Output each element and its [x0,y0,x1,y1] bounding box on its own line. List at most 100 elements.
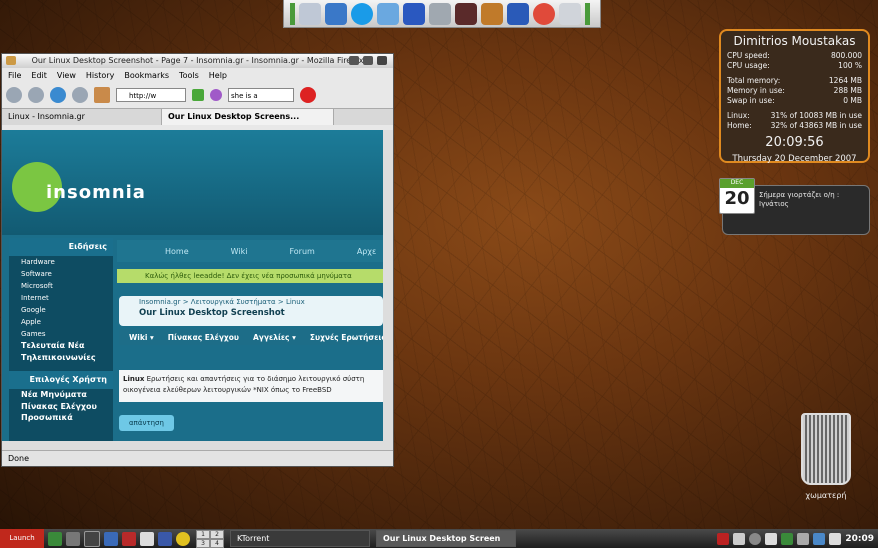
menu-help[interactable]: Help [209,71,227,80]
tab-linux[interactable]: Linux - Insomnia.gr [2,109,162,125]
sidebar-link-internet[interactable]: Internet [9,292,113,304]
vertical-scrollbar[interactable] [383,130,393,450]
sidebar-link-microsoft[interactable]: Microsoft [9,280,113,292]
arrow-icon[interactable] [507,2,529,25]
adblock-icon[interactable] [300,87,316,103]
trash[interactable]: χωματερή [797,413,855,500]
page-content: insomnia Ειδήσεις Hardware Software Micr… [2,130,383,450]
media-icon[interactable] [455,2,477,25]
system-tray: 20:09 [717,532,878,545]
nav-wiki[interactable]: Wiki [231,247,248,256]
quicklaunch-icon-5[interactable] [122,531,136,546]
trash-icon[interactable] [801,413,851,485]
tray-icon-8[interactable] [829,532,842,545]
desktop-4[interactable]: 4 [210,538,224,548]
nav-forum[interactable]: Forum [289,247,314,256]
tray-icon-2[interactable] [733,532,746,545]
firefox-icon[interactable] [403,2,425,25]
menu-bookmarks[interactable]: Bookmarks [124,71,169,80]
terminal-icon[interactable] [84,530,100,547]
gimp-icon[interactable] [481,2,503,25]
nav-home[interactable]: Home [165,247,189,256]
tray-icon-3[interactable] [749,532,762,545]
menu-tools[interactable]: Tools [179,71,199,80]
menu-file[interactable]: File [8,71,21,80]
stop-icon[interactable] [72,87,88,103]
quicklaunch-icon-4[interactable] [104,531,118,546]
forum-menu-wiki[interactable]: Wiki ▾ [129,333,154,342]
desktop-3[interactable]: 3 [196,538,210,548]
sidebar-link-personal[interactable]: Προσωπικά [9,412,113,424]
breadcrumb[interactable]: Insomnia.gr > Λειτουργικά Συστήματα > Li… [119,296,383,306]
dock-grip-right[interactable] [585,2,590,25]
sidebar-link-apple[interactable]: Apple [9,316,113,328]
reply-button[interactable]: απάντηση [119,415,174,431]
menu-edit[interactable]: Edit [31,71,47,80]
quicklaunch-icon-8[interactable] [176,531,190,546]
user-name: Dimitrios Moustakas [733,34,856,48]
sidebar-link-new-messages[interactable]: Νέα Μηνύματα [9,389,113,401]
quicklaunch-icon-2[interactable] [66,531,80,546]
sidebar-link-google[interactable]: Google [9,304,113,316]
forward-icon[interactable] [28,87,44,103]
tray-icon-4[interactable] [765,532,778,545]
back-icon[interactable] [6,87,22,103]
url-field[interactable]: http://w [116,88,186,102]
finder-icon[interactable] [299,2,321,25]
sysinfo-clock: 20:09:56 [765,135,824,150]
close-icon[interactable] [377,56,387,65]
taskbar-clock[interactable]: 20:09 [845,534,874,544]
tools-icon[interactable] [429,2,451,25]
logo-text: insomnia [46,182,146,203]
minimize-icon[interactable] [349,56,359,65]
menu-view[interactable]: View [57,71,76,80]
task-ktorrent[interactable]: KTorrent [230,530,370,547]
window-menu-icon[interactable] [6,56,16,65]
linux-disk-row: Linux: 31% of 10083 MB in use [727,111,862,121]
sidebar-link-games[interactable]: Games [9,328,113,340]
sidebar-link-control-panel[interactable]: Πίνακας Ελέγχου [9,401,113,413]
sidebar-link-software[interactable]: Software [9,268,113,280]
quicklaunch-icon-1[interactable] [48,531,62,546]
go-icon[interactable] [192,89,204,101]
picasa-icon[interactable] [533,2,555,25]
sidebar-link-latest[interactable]: Τελευταία Νέα [9,340,113,352]
reload-icon[interactable] [50,87,66,103]
keyboard-layout-icon[interactable] [717,532,730,545]
forum-menu-control-panel[interactable]: Πίνακας Ελέγχου [168,333,239,342]
site-logo[interactable]: insomnia [12,152,172,212]
quicklaunch-icon-6[interactable] [140,531,154,546]
system-icon[interactable] [559,2,581,25]
tray-icon-7[interactable] [813,532,826,545]
forum-menu-classifieds[interactable]: Αγγελίες ▾ [253,333,296,342]
globe-icon[interactable] [325,2,347,25]
task-firefox[interactable]: Our Linux Desktop Screen [376,530,516,547]
volume-icon[interactable] [797,532,810,545]
maximize-icon[interactable] [363,56,373,65]
tray-icon-5[interactable] [781,532,794,545]
quicklaunch-icon-7[interactable] [158,531,172,546]
chat-icon[interactable] [377,2,399,25]
tab-screenshot[interactable]: Our Linux Desktop Screens... [162,109,334,125]
window-titlebar[interactable]: Our Linux Desktop Screenshot - Page 7 - … [2,54,393,68]
search-field[interactable]: she is a [228,88,294,102]
label: CPU speed: [727,51,770,60]
addon-icon[interactable] [210,89,222,101]
nav-archive[interactable]: Αρχε [357,247,377,256]
skype-icon[interactable] [351,2,373,25]
horizontal-scrollbar[interactable] [2,441,383,450]
sidebar-link-telecom[interactable]: Τηλεπικοινωνίες [9,352,113,364]
dock-grip[interactable] [290,2,295,25]
home-icon[interactable] [94,87,110,103]
desktop-2[interactable]: 2 [210,529,224,539]
calendar-day: 20 [724,188,750,209]
kmenu-button[interactable]: Launch [0,529,44,548]
home-disk-row: Home: 32% of 43863 MB in use [727,121,862,131]
sidebar-link-hardware[interactable]: Hardware [9,256,113,268]
calendar-icon: DEC 20 [719,178,755,214]
value: 100 % [838,61,862,70]
desc-line1: Ερωτήσεις και απαντήσεις για το διάσημο … [144,375,365,383]
menu-history[interactable]: History [86,71,114,80]
forum-menu-faq[interactable]: Συχνές Ερωτήσεις [310,333,383,342]
desktop-1[interactable]: 1 [196,529,210,539]
